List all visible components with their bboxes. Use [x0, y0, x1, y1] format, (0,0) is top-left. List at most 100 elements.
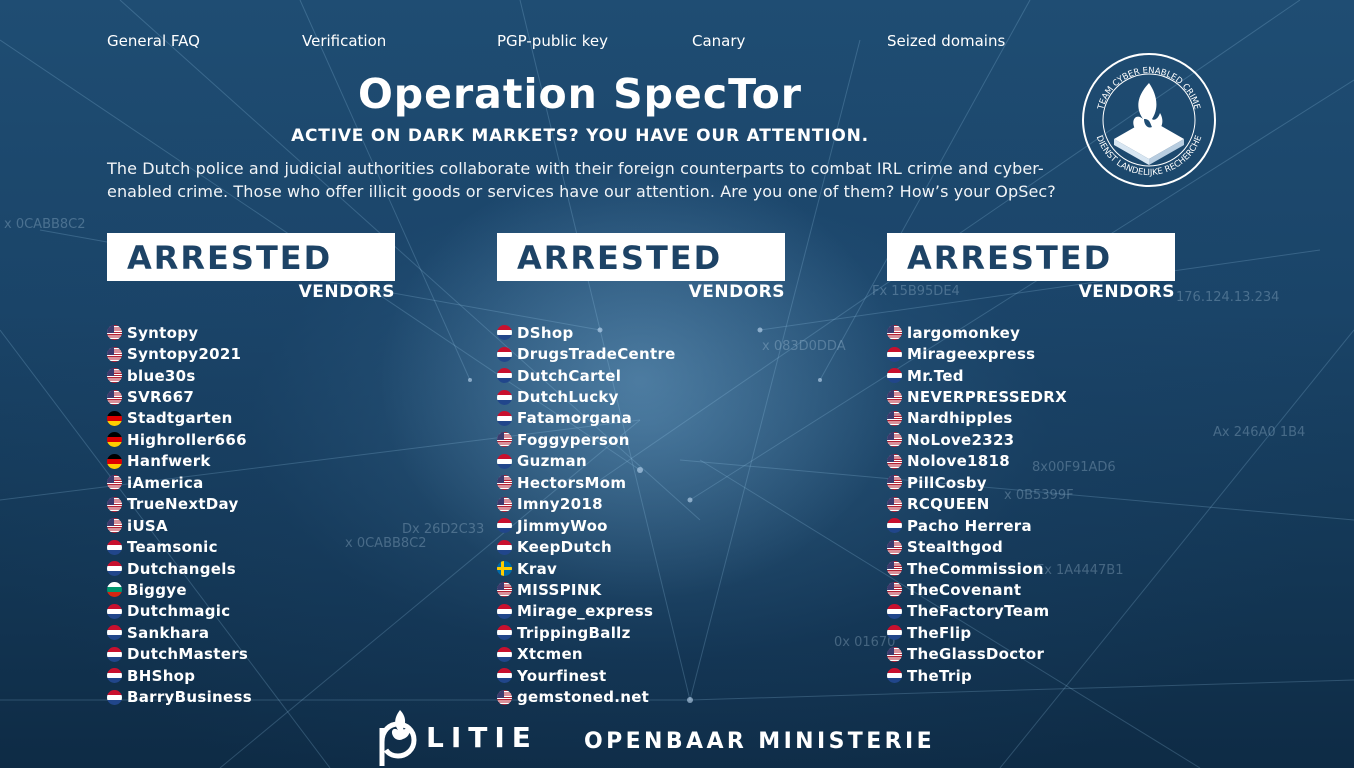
vendor-item[interactable]: Syntopy — [107, 322, 407, 343]
vendor-list: DShop DrugsTradeCentre DutchCartel DutchLuc… — [497, 322, 797, 708]
vendor-item[interactable]: blue30s — [107, 365, 407, 386]
arrested-vendors-column-1: ARRESTED VENDORS Syntopy Syntopy2021 blue3… — [107, 233, 407, 708]
vendor-item[interactable]: Dutchangels — [107, 558, 407, 579]
vendor-item[interactable]: iUSA — [107, 515, 407, 536]
vendor-name: Biggye — [127, 580, 187, 599]
bg-label: Ax 246A0 1B4 — [1213, 425, 1305, 440]
vendors-subheading: VENDORS — [1078, 282, 1175, 302]
flame-emblem-icon — [1114, 83, 1184, 165]
vendor-name: Syntopy — [127, 323, 199, 342]
vendor-item[interactable]: TrippingBallz — [497, 622, 797, 643]
flag-us-icon — [107, 389, 122, 405]
page-title: Operation SpecTor — [357, 70, 803, 118]
flag-nl-icon — [497, 410, 512, 426]
vendor-item[interactable]: TrueNextDay — [107, 494, 407, 515]
vendor-name: Krav — [517, 559, 558, 578]
vendor-item[interactable]: Dutchmagic — [107, 601, 407, 622]
vendor-item[interactable]: Hanfwerk — [107, 451, 407, 472]
vendor-name: DrugsTradeCentre — [517, 345, 676, 364]
flag-us-icon — [887, 475, 902, 491]
vendor-item[interactable]: MISSPINK — [497, 579, 797, 600]
arrested-heading: ARRESTED — [127, 239, 333, 277]
flag-nl-icon — [497, 325, 512, 341]
vendor-item[interactable]: Sankhara — [107, 622, 407, 643]
politie-logo: LITIE — [378, 707, 538, 767]
vendor-item[interactable]: Imny2018 — [497, 494, 797, 515]
vendor-item[interactable]: HectorsMom — [497, 472, 797, 493]
vendor-name: Fatamorgana — [517, 409, 633, 428]
vendor-item[interactable]: DutchCartel — [497, 365, 797, 386]
vendor-item[interactable]: TheCovenant — [887, 579, 1187, 600]
vendor-item[interactable]: Mirageexpress — [887, 343, 1187, 364]
vendor-item[interactable]: NoLove2323 — [887, 429, 1187, 450]
vendor-name: Mr.Ted — [907, 366, 964, 385]
vendor-name: Mirage_express — [517, 602, 654, 621]
vendor-item[interactable]: JimmyWoo — [497, 515, 797, 536]
arrested-vendors-column-2: ARRESTED VENDORS DShop DrugsTradeCentre Du… — [497, 233, 797, 708]
vendor-item[interactable]: TheFactoryTeam — [887, 601, 1187, 622]
vendor-item[interactable]: Highroller666 — [107, 429, 407, 450]
vendor-item[interactable]: Biggye — [107, 579, 407, 600]
arrested-heading: ARRESTED — [907, 239, 1113, 277]
vendor-item[interactable]: largomonkey — [887, 322, 1187, 343]
vendor-name: Syntopy2021 — [127, 345, 242, 364]
flag-se-icon — [497, 561, 512, 577]
vendor-item[interactable]: Mr.Ted — [887, 365, 1187, 386]
flag-nl-icon — [107, 603, 122, 619]
vendor-name: Nardhipples — [907, 409, 1013, 428]
vendor-item[interactable]: BHShop — [107, 665, 407, 686]
flag-nl-icon — [497, 668, 512, 684]
vendor-item[interactable]: TheTrip — [887, 665, 1187, 686]
vendor-item[interactable]: Foggyperson — [497, 429, 797, 450]
vendor-item[interactable]: PillCosby — [887, 472, 1187, 493]
vendor-item[interactable]: Stadtgarten — [107, 408, 407, 429]
vendor-name: Highroller666 — [127, 430, 247, 449]
vendor-item[interactable]: Mirage_express — [497, 601, 797, 622]
vendor-name: MISSPINK — [517, 580, 602, 599]
vendor-name: Imny2018 — [517, 495, 603, 514]
vendor-name: SVR667 — [127, 388, 195, 407]
vendor-item[interactable]: BarryBusiness — [107, 686, 407, 707]
vendor-item[interactable]: Yourfinest — [497, 665, 797, 686]
vendor-item[interactable]: Syntopy2021 — [107, 343, 407, 364]
vendor-item[interactable]: Nolove1818 — [887, 451, 1187, 472]
flag-nl-icon — [497, 625, 512, 641]
vendor-name: TheCovenant — [907, 580, 1022, 599]
vendor-item[interactable]: Krav — [497, 558, 797, 579]
flag-us-icon — [887, 496, 902, 512]
vendor-item[interactable]: Fatamorgana — [497, 408, 797, 429]
vendor-name: TheTrip — [907, 666, 973, 685]
vendor-item[interactable]: Stealthgod — [887, 536, 1187, 557]
vendor-name: HectorsMom — [517, 473, 627, 492]
flag-nl-icon — [107, 539, 122, 555]
vendor-item[interactable]: TheFlip — [887, 622, 1187, 643]
flag-nl-icon — [497, 646, 512, 662]
vendor-item[interactable]: iAmerica — [107, 472, 407, 493]
vendor-item[interactable]: Nardhipples — [887, 408, 1187, 429]
vendor-item[interactable]: DrugsTradeCentre — [497, 343, 797, 364]
vendor-item[interactable]: NEVERPRESSEDRX — [887, 386, 1187, 407]
bg-label: Dx 26D2C33 — [402, 522, 484, 537]
vendor-item[interactable]: Guzman — [497, 451, 797, 472]
flag-us-icon — [887, 539, 902, 555]
vendor-name: Hanfwerk — [127, 452, 211, 471]
vendor-item[interactable]: KeepDutch — [497, 536, 797, 557]
flag-us-icon — [887, 432, 902, 448]
vendor-item[interactable]: DutchMasters — [107, 644, 407, 665]
flag-nl-icon — [887, 625, 902, 641]
vendor-item[interactable]: gemstoned.net — [497, 686, 797, 707]
vendor-name: Xtcmen — [517, 645, 583, 664]
vendor-item[interactable]: SVR667 — [107, 386, 407, 407]
vendor-item[interactable]: Xtcmen — [497, 644, 797, 665]
vendor-item[interactable]: TheCommission — [887, 558, 1187, 579]
vendor-name: Sankhara — [127, 623, 210, 642]
vendor-item[interactable]: RCQUEEN — [887, 494, 1187, 515]
vendor-name: Teamsonic — [127, 538, 218, 557]
vendor-item[interactable]: Teamsonic — [107, 536, 407, 557]
vendor-item[interactable]: DShop — [497, 322, 797, 343]
vendor-item[interactable]: Pacho Herrera — [887, 515, 1187, 536]
vendor-item[interactable]: TheGlassDoctor — [887, 644, 1187, 665]
flag-nl-icon — [107, 625, 122, 641]
vendor-item[interactable]: DutchLucky — [497, 386, 797, 407]
flag-nl-icon — [497, 603, 512, 619]
